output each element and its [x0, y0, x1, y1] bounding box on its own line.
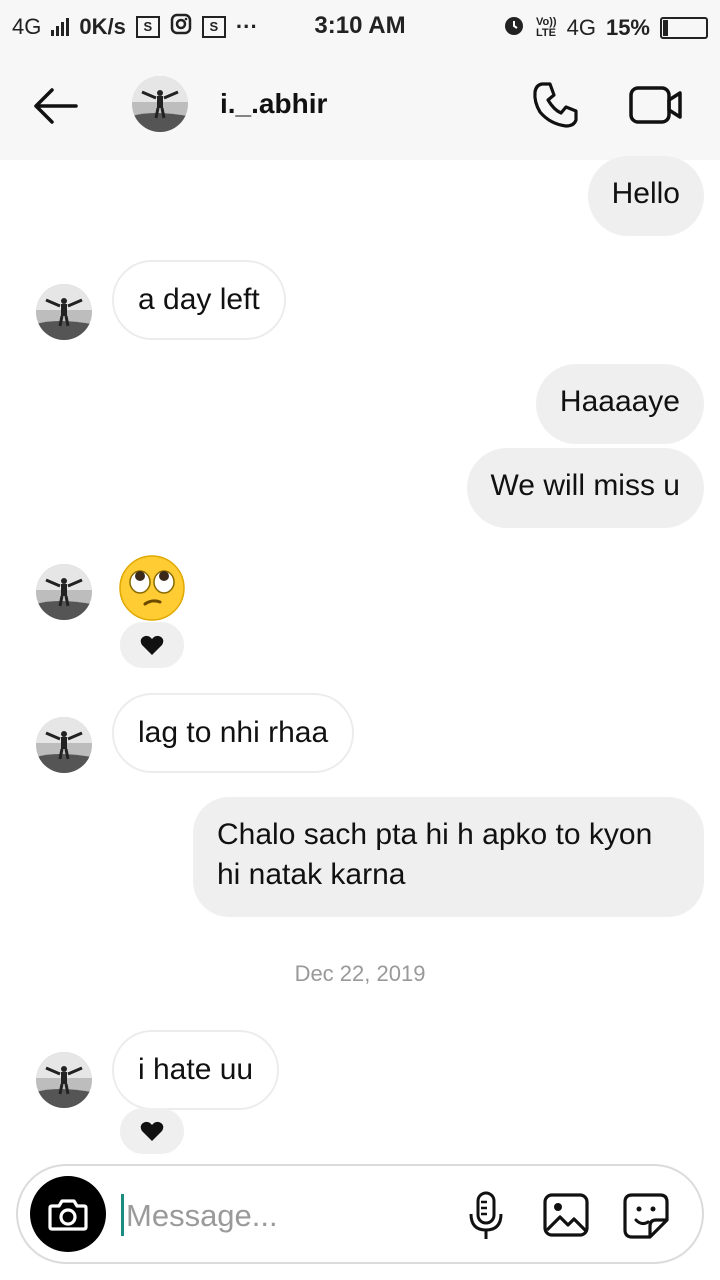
battery-icon [660, 17, 708, 39]
avatar[interactable] [36, 284, 92, 340]
status-right: Vo)) LTE 4G 15% [502, 13, 708, 43]
sticker-icon[interactable] [622, 1192, 670, 1240]
avatar[interactable] [36, 564, 92, 620]
video-camera-icon[interactable] [628, 84, 684, 126]
image-icon[interactable] [542, 1192, 590, 1238]
rolling-eyes-emoji-icon[interactable] [118, 554, 186, 622]
avatar[interactable] [36, 1052, 92, 1108]
avatar[interactable] [132, 76, 188, 132]
message-outgoing[interactable]: Chalo sach pta hi h apko to kyon hi nata… [193, 797, 704, 917]
camera-button[interactable] [30, 1176, 106, 1252]
message-reaction[interactable] [120, 622, 184, 668]
message-reaction[interactable] [120, 1108, 184, 1154]
heart-icon [140, 635, 164, 655]
arrow-left-icon[interactable] [30, 84, 80, 128]
message-input[interactable] [124, 1190, 428, 1242]
volte-indicator: Vo)) LTE [536, 17, 557, 39]
chat-header: i._.abhir [0, 52, 720, 160]
network-type-right: 4G [566, 15, 596, 40]
phone-icon[interactable] [530, 80, 580, 130]
date-separator: Dec 22, 2019 [294, 961, 426, 986]
message-outgoing[interactable]: Haaaaye [535, 364, 704, 444]
alarm-icon [502, 13, 526, 43]
message-outgoing[interactable]: Hello [587, 156, 704, 236]
message-incoming[interactable]: lag to nhi rhaa [112, 693, 355, 773]
message-composer [16, 1164, 704, 1264]
battery-percent: 15% [605, 15, 650, 40]
message-incoming[interactable]: a day left [112, 260, 286, 340]
message-incoming[interactable]: i hate uu [112, 1030, 280, 1110]
camera-icon [48, 1199, 88, 1231]
microphone-icon[interactable] [466, 1190, 506, 1242]
volte-bottom: LTE [536, 27, 556, 39]
status-bar: 4G 0K/s S S ··· 3:10 AM Vo)) LTE 4G 15% [0, 0, 720, 52]
heart-icon [140, 1121, 164, 1141]
avatar[interactable] [36, 717, 92, 773]
chat-username[interactable]: i._.abhir [220, 88, 327, 120]
message-outgoing[interactable]: We will miss u [466, 448, 704, 528]
